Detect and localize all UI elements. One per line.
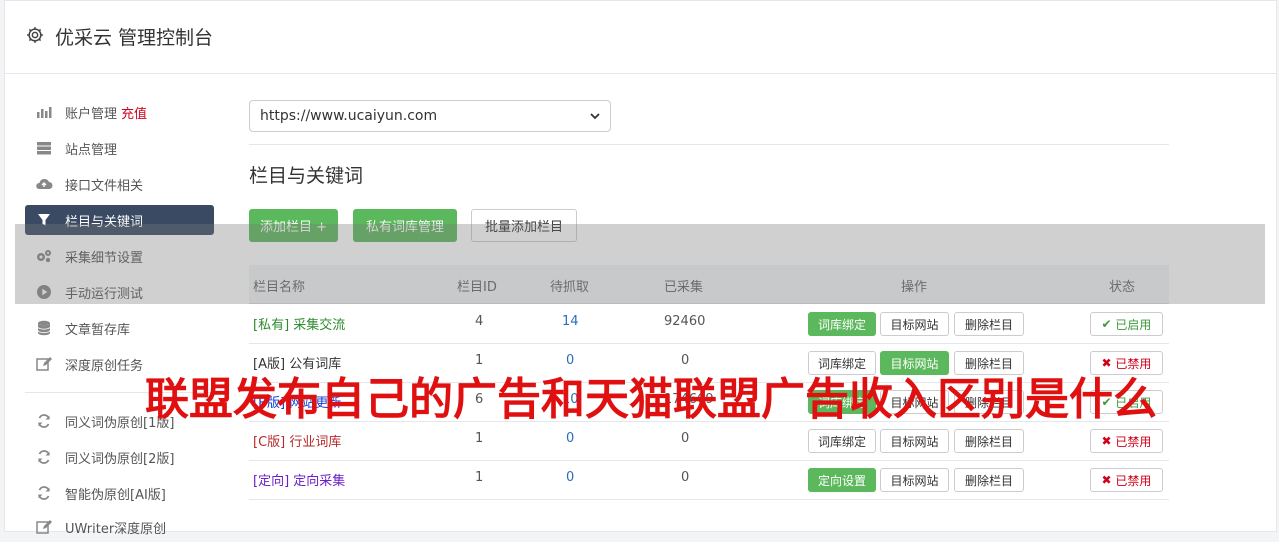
edit-icon bbox=[35, 518, 53, 536]
site-select-value: https://www.ucaiyun.com bbox=[260, 108, 438, 124]
sidebar-item-sites[interactable]: 站点管理 bbox=[25, 133, 214, 163]
sidebar-item-label: UWriter深度原创 bbox=[65, 521, 167, 537]
site-select[interactable]: https://www.ucaiyun.com bbox=[249, 100, 611, 132]
column-name[interactable]: [C版] 行业词库 bbox=[253, 431, 341, 450]
sidebar-item-article-store[interactable]: 文章暂存库 bbox=[25, 313, 214, 343]
close-icon: ✖ bbox=[1101, 473, 1116, 487]
delete-column-button[interactable]: 删除栏目 bbox=[954, 468, 1024, 492]
target-site-button[interactable]: 目标网站 bbox=[880, 468, 949, 492]
bind-lib-button[interactable]: 词库绑定 bbox=[808, 429, 876, 453]
table-row: [定向] 定向采集 1 0 0 定向设置 目标网站 删除栏目 ✖ 已禁用 bbox=[249, 460, 1169, 500]
app-header: 优采云 管理控制台 bbox=[5, 1, 1276, 74]
server-icon bbox=[35, 139, 53, 157]
sidebar-item-uwriter[interactable]: UWriter深度原创 bbox=[25, 512, 214, 542]
recharge-link[interactable]: 充值 bbox=[121, 103, 147, 122]
sidebar-item-interface[interactable]: 接口文件相关 bbox=[25, 169, 214, 199]
column-id: 4 bbox=[475, 314, 484, 329]
refresh-icon bbox=[35, 484, 53, 502]
refresh-icon bbox=[35, 412, 53, 430]
sidebar-item-label: 账户管理 bbox=[65, 106, 118, 122]
sidebar-item-label: 深度原创任务 bbox=[65, 358, 144, 374]
status-toggle[interactable]: ✖ 已禁用 bbox=[1090, 429, 1163, 453]
table-row: [C版] 行业词库 1 0 0 词库绑定 目标网站 删除栏目 ✖ 已禁用 bbox=[249, 421, 1169, 461]
section-title: 栏目与关键词 bbox=[249, 165, 364, 187]
column-name[interactable]: [定向] 定向采集 bbox=[253, 470, 345, 489]
pending-count[interactable]: 0 bbox=[566, 470, 574, 485]
overlay-band bbox=[15, 224, 1265, 304]
refresh-icon bbox=[35, 448, 53, 466]
app-title: 优采云 管理控制台 bbox=[55, 27, 214, 49]
divider bbox=[249, 144, 1169, 145]
check-icon: ✔ bbox=[1101, 317, 1116, 331]
chevron-down-icon bbox=[590, 113, 600, 120]
directed-settings-button[interactable]: 定向设置 bbox=[808, 468, 876, 492]
sidebar-item-account[interactable]: 账户管理 充值 bbox=[25, 97, 214, 127]
target-site-button[interactable]: 目标网站 bbox=[880, 312, 949, 336]
cloud-upload-icon bbox=[35, 175, 53, 193]
overlay-caption: 联盟发布自己的广告和天猫联盟广告收入区别是什么 bbox=[145, 374, 1157, 425]
column-name[interactable]: [私有] 采集交流 bbox=[253, 314, 345, 333]
sidebar-item-synonym-v2[interactable]: 同义词伪原创[2版] bbox=[25, 442, 214, 472]
database-icon bbox=[35, 319, 53, 337]
pending-count[interactable]: 14 bbox=[562, 314, 579, 329]
column-id: 1 bbox=[475, 431, 484, 446]
sidebar-item-ai-original[interactable]: 智能伪原创[AI版] bbox=[25, 478, 214, 508]
target-site-button[interactable]: 目标网站 bbox=[880, 429, 949, 453]
collected-count: 0 bbox=[681, 470, 690, 485]
delete-column-button[interactable]: 删除栏目 bbox=[954, 429, 1024, 453]
sidebar-item-label: 接口文件相关 bbox=[65, 178, 144, 194]
gear-icon bbox=[27, 27, 43, 43]
column-id: 1 bbox=[475, 470, 484, 485]
table-row: [私有] 采集交流 4 14 92460 词库绑定 目标网站 删除栏目 ✔ 已启… bbox=[249, 304, 1169, 344]
status-toggle[interactable]: ✖ 已禁用 bbox=[1090, 468, 1163, 492]
pending-count[interactable]: 0 bbox=[566, 431, 574, 446]
delete-column-button[interactable]: 删除栏目 bbox=[954, 312, 1024, 336]
sidebar-item-label: 站点管理 bbox=[65, 142, 118, 158]
bar-chart-icon bbox=[35, 103, 53, 121]
edit-icon bbox=[35, 355, 53, 373]
collected-count: 0 bbox=[681, 431, 690, 446]
collected-count: 92460 bbox=[664, 314, 706, 329]
sidebar-item-label: 同义词伪原创[2版] bbox=[65, 451, 175, 467]
bind-lib-button[interactable]: 词库绑定 bbox=[808, 312, 876, 336]
sidebar-item-label: 文章暂存库 bbox=[65, 322, 131, 338]
sidebar-item-label: 智能伪原创[AI版] bbox=[65, 487, 166, 503]
status-toggle[interactable]: ✔ 已启用 bbox=[1090, 312, 1163, 336]
close-icon: ✖ bbox=[1101, 434, 1116, 448]
